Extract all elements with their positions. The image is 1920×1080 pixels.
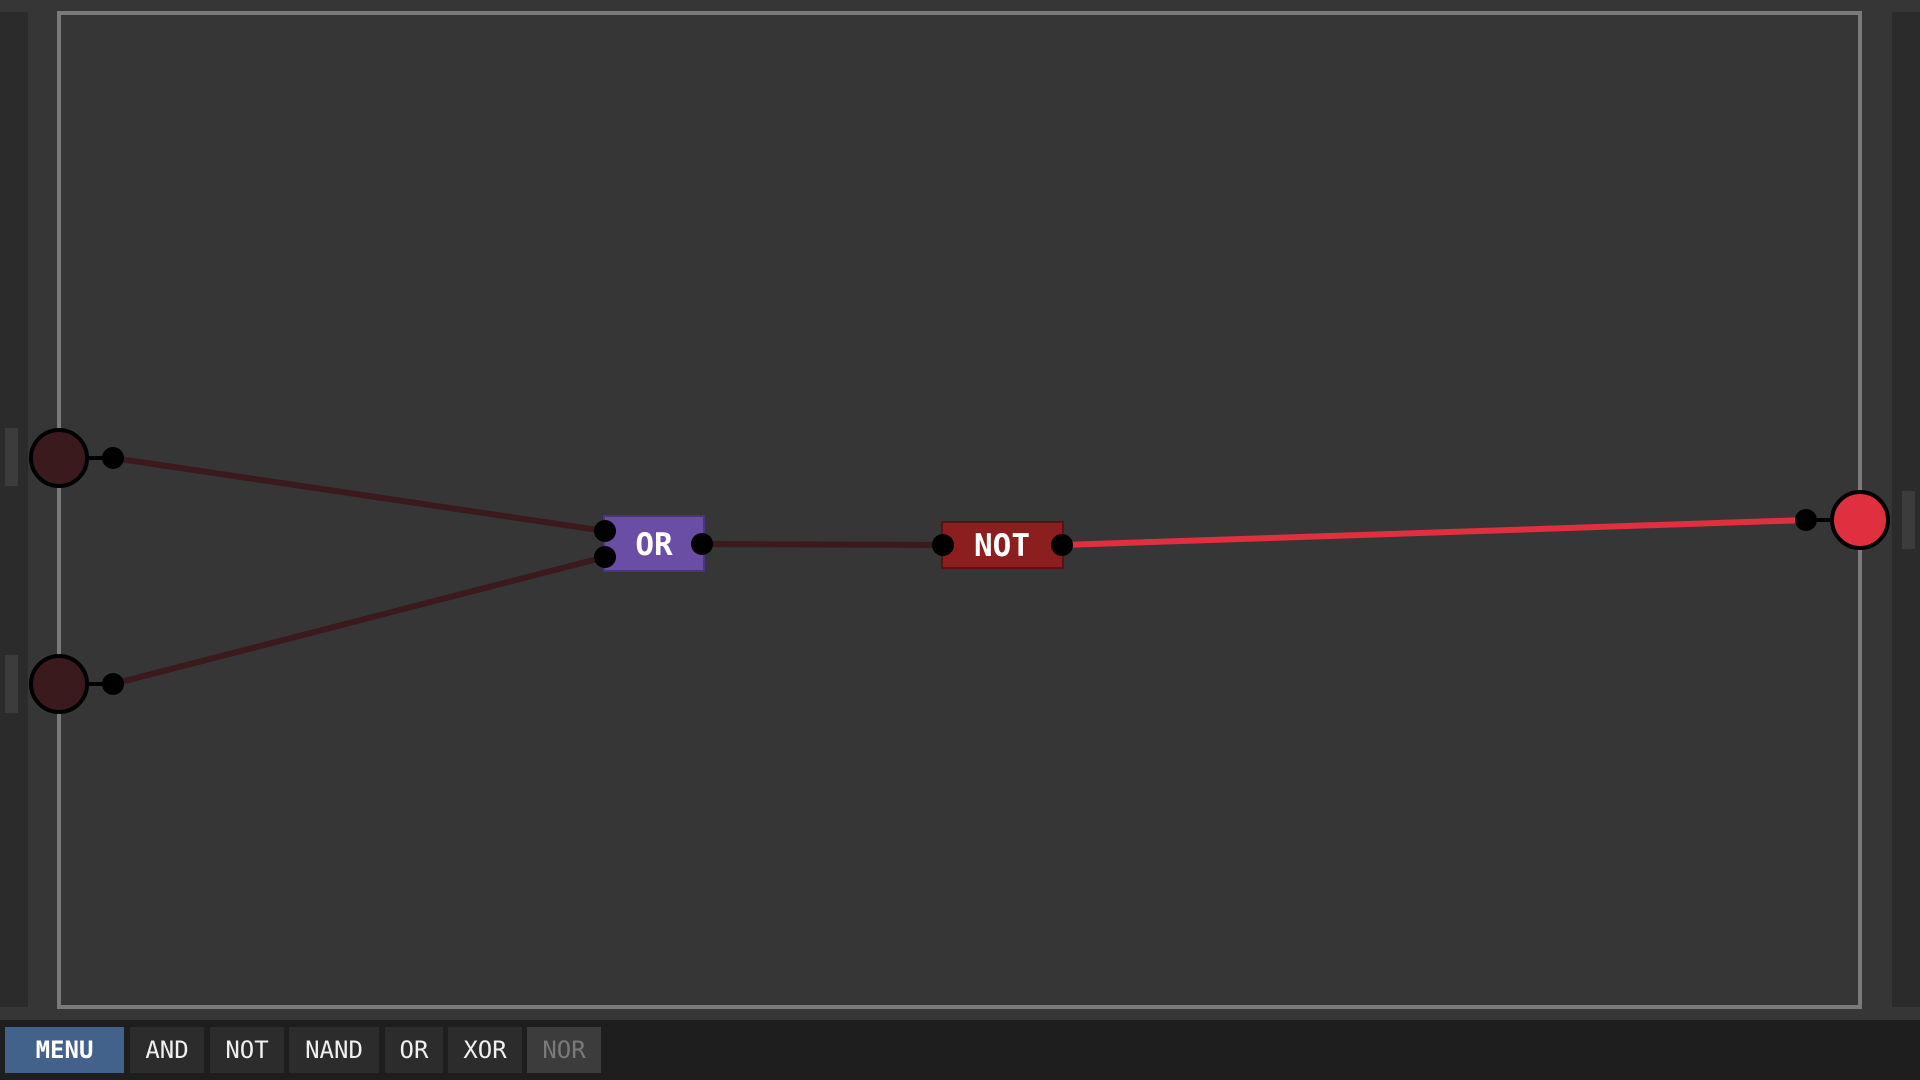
work-area-frame bbox=[57, 11, 1862, 1009]
not-gate-input-pin[interactable] bbox=[932, 534, 954, 556]
menu-button[interactable]: MENU bbox=[5, 1027, 124, 1073]
and-gate-button[interactable]: AND bbox=[130, 1027, 204, 1073]
output-1-pin[interactable] bbox=[1795, 509, 1817, 531]
nor-gate-button: NOR bbox=[527, 1027, 601, 1073]
or-gate-label: OR bbox=[635, 527, 673, 563]
or-gate-input-pin-1[interactable] bbox=[594, 520, 616, 542]
nand-gate-button[interactable]: NAND bbox=[289, 1027, 379, 1073]
wire-or-to-not[interactable] bbox=[701, 541, 944, 548]
output-1-handle[interactable] bbox=[1902, 491, 1915, 549]
wire-input2-to-or[interactable] bbox=[112, 554, 606, 687]
wire-not-to-output[interactable] bbox=[1061, 517, 1807, 548]
input-2-pin[interactable] bbox=[102, 673, 124, 695]
circuit-board[interactable]: OR NOT bbox=[0, 0, 1920, 1080]
gate-toolbar: MENU AND NOT NAND OR XOR NOR bbox=[0, 1020, 1920, 1080]
not-gate[interactable]: NOT bbox=[932, 521, 1073, 569]
or-gate[interactable]: OR bbox=[594, 515, 713, 572]
input-2-toggle[interactable] bbox=[29, 654, 89, 714]
output-1-light[interactable] bbox=[1830, 490, 1890, 550]
wire-input1-to-or[interactable] bbox=[112, 455, 606, 534]
input-1-toggle[interactable] bbox=[29, 428, 89, 488]
input-1-pin[interactable] bbox=[102, 447, 124, 469]
or-gate-output-pin[interactable] bbox=[691, 533, 713, 555]
not-gate-label: NOT bbox=[974, 528, 1030, 564]
input-2-handle[interactable] bbox=[5, 655, 18, 713]
not-gate-button[interactable]: NOT bbox=[210, 1027, 284, 1073]
left-side-panel bbox=[0, 12, 28, 1007]
xor-gate-button[interactable]: XOR bbox=[448, 1027, 522, 1073]
input-1-handle[interactable] bbox=[5, 428, 18, 486]
not-gate-output-pin[interactable] bbox=[1051, 534, 1073, 556]
or-gate-input-pin-2[interactable] bbox=[594, 546, 616, 568]
or-gate-button[interactable]: OR bbox=[385, 1027, 443, 1073]
